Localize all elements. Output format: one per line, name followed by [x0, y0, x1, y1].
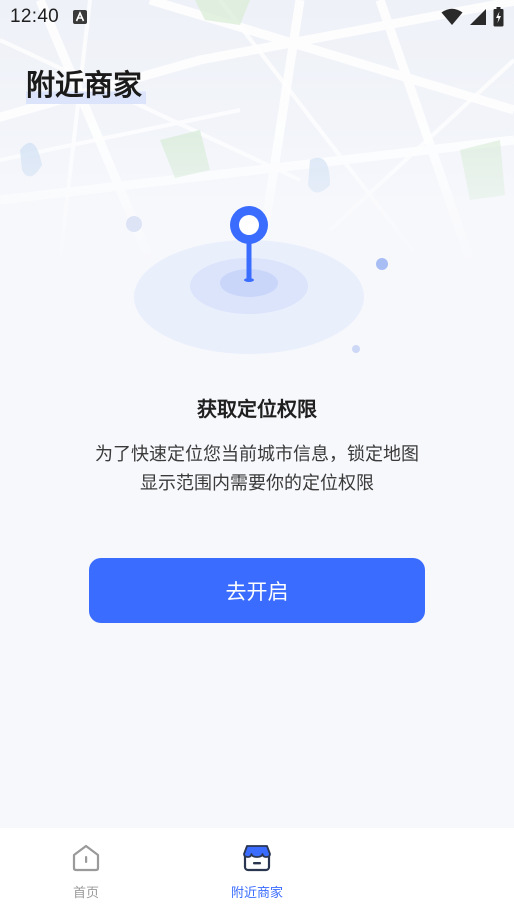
status-bar: 12:40: [0, 0, 514, 34]
nav-item-home[interactable]: 首页: [31, 828, 141, 913]
nav-label-home: 首页: [72, 886, 99, 901]
page-title: 附近商家: [26, 62, 147, 104]
a-notification-icon: [73, 10, 88, 24]
signal-icon: [470, 9, 486, 25]
permission-title: 获取定位权限: [197, 397, 317, 421]
permission-description-line: 为了快速定位您当前城市信息，锁定地图: [95, 444, 419, 465]
screen: 12:40 附近商家 获取定位权限 为了快速定位您当前城市信息，锁定地图 显示范…: [0, 0, 514, 913]
location-pin-illustration: [126, 206, 388, 354]
status-time: 12:40: [10, 6, 60, 27]
wifi-icon: [441, 8, 463, 25]
bottom-navigation: 首页 附近商家: [0, 828, 514, 913]
nav-item-nearby-merchants[interactable]: 附近商家: [202, 828, 312, 913]
nav-label-nearby-merchants: 附近商家: [230, 886, 283, 901]
enable-location-button[interactable]: 去开启: [89, 558, 425, 623]
permission-description: 为了快速定位您当前城市信息，锁定地图 显示范围内需要你的定位权限: [60, 440, 454, 498]
home-icon: [72, 844, 100, 872]
battery-charging-icon: [493, 7, 504, 27]
store-icon: [243, 845, 271, 872]
permission-description-line: 显示范围内需要你的定位权限: [140, 473, 374, 494]
